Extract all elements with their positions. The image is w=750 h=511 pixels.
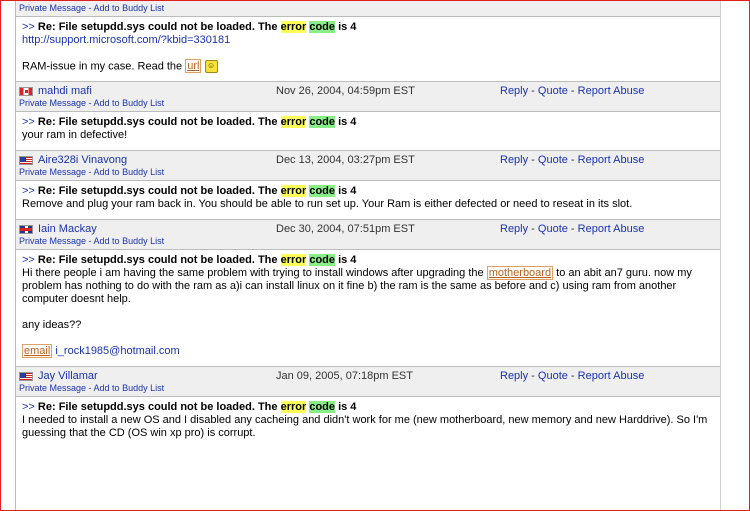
private-message-link[interactable]: Private Message bbox=[19, 167, 86, 177]
usa-flag-icon bbox=[19, 155, 33, 165]
private-message-link[interactable]: Private Message bbox=[19, 98, 86, 108]
quote-link[interactable]: Quote bbox=[538, 223, 568, 235]
email-link[interactable]: email bbox=[22, 344, 53, 359]
post-text: I needed to install a new OS and I disab… bbox=[22, 414, 708, 440]
reply-link[interactable]: Reply bbox=[500, 370, 528, 382]
post-question: any ideas?? bbox=[22, 319, 82, 332]
post-text: Hi there people i am having the same pro… bbox=[22, 266, 692, 306]
post-date: Jan 09, 2005, 07:18pm EST bbox=[276, 370, 413, 383]
post-header: Jay Villamar Jan 09, 2005, 07:18pm EST R… bbox=[16, 366, 720, 398]
post-date: Dec 13, 2004, 03:27pm EST bbox=[276, 154, 415, 167]
kb-link[interactable]: http://support.microsoft.com/?kbid=33018… bbox=[22, 34, 230, 46]
post-body: >> Re: File setupdd.sys could not be loa… bbox=[16, 17, 720, 81]
post-text: your ram in defective! bbox=[22, 129, 128, 142]
report-abuse-link[interactable]: Report Abuse bbox=[578, 85, 645, 97]
forum-thread: Private Message - Add to Buddy List >> R… bbox=[15, 1, 721, 510]
add-buddy-link[interactable]: Add to Buddy List bbox=[94, 98, 165, 108]
post-header: mahdi mafi Nov 26, 2004, 04:59pm EST Rep… bbox=[16, 81, 720, 113]
quote-link[interactable]: Quote bbox=[538, 154, 568, 166]
post-text: Remove and plug your ram back in. You sh… bbox=[22, 198, 633, 211]
post-title: >> Re: File setupdd.sys could not be loa… bbox=[22, 254, 357, 267]
add-buddy-link[interactable]: Add to Buddy List bbox=[94, 236, 165, 246]
usa-flag-icon bbox=[19, 371, 33, 381]
post-title: >> Re: File setupdd.sys could not be loa… bbox=[22, 21, 357, 33]
post-body: >> Re: File setupdd.sys could not be loa… bbox=[16, 112, 720, 150]
url-link[interactable]: url bbox=[185, 59, 202, 74]
smiley-icon: ☺ bbox=[204, 60, 218, 73]
private-message-link[interactable]: Private Message bbox=[19, 3, 86, 13]
reply-link[interactable]: Reply bbox=[500, 85, 528, 97]
post-title: >> Re: File setupdd.sys could not be loa… bbox=[22, 116, 357, 129]
post-title: >> Re: File setupdd.sys could not be loa… bbox=[22, 401, 357, 414]
email-address-link[interactable]: i_rock1985@hotmail.com bbox=[55, 345, 179, 357]
post-header: Aire328i Vinavong Dec 13, 2004, 03:27pm … bbox=[16, 150, 720, 182]
uk-flag-icon bbox=[19, 224, 33, 234]
vertical-scrollbar[interactable] bbox=[720, 1, 749, 510]
motherboard-link[interactable]: motherboard bbox=[486, 266, 554, 281]
private-message-link[interactable]: Private Message bbox=[19, 383, 86, 393]
post-date: Nov 26, 2004, 04:59pm EST bbox=[276, 85, 415, 98]
quote-link[interactable]: Quote bbox=[538, 85, 568, 97]
report-abuse-link[interactable]: Report Abuse bbox=[578, 223, 645, 235]
private-message-link[interactable]: Private Message bbox=[19, 236, 86, 246]
quote-link[interactable]: Quote bbox=[538, 370, 568, 382]
reply-link[interactable]: Reply bbox=[500, 154, 528, 166]
post-date: Dec 30, 2004, 07:51pm EST bbox=[276, 223, 415, 236]
author-name[interactable]: mahdi mafi bbox=[38, 85, 92, 97]
post-body: >> Re: File setupdd.sys could not be loa… bbox=[16, 397, 720, 448]
post-body: >> Re: File setupdd.sys could not be loa… bbox=[16, 181, 720, 219]
post-header: Iain Mackay Dec 30, 2004, 07:51pm EST Re… bbox=[16, 219, 720, 251]
add-buddy-link[interactable]: Add to Buddy List bbox=[94, 3, 165, 13]
post-body: >> Re: File setupdd.sys could not be loa… bbox=[16, 250, 720, 366]
report-abuse-link[interactable]: Report Abuse bbox=[578, 154, 645, 166]
post-title: >> Re: File setupdd.sys could not be loa… bbox=[22, 185, 357, 198]
reply-link[interactable]: Reply bbox=[500, 223, 528, 235]
author-name[interactable]: Aire328i Vinavong bbox=[38, 154, 127, 166]
report-abuse-link[interactable]: Report Abuse bbox=[578, 370, 645, 382]
canada-flag-icon bbox=[19, 86, 33, 96]
add-buddy-link[interactable]: Add to Buddy List bbox=[94, 167, 165, 177]
author-name[interactable]: Jay Villamar bbox=[38, 370, 98, 382]
post-header-top: Private Message - Add to Buddy List bbox=[16, 1, 720, 17]
author-name[interactable]: Iain Mackay bbox=[38, 223, 97, 235]
add-buddy-link[interactable]: Add to Buddy List bbox=[94, 383, 165, 393]
browser-frame: Private Message - Add to Buddy List >> R… bbox=[0, 0, 750, 511]
